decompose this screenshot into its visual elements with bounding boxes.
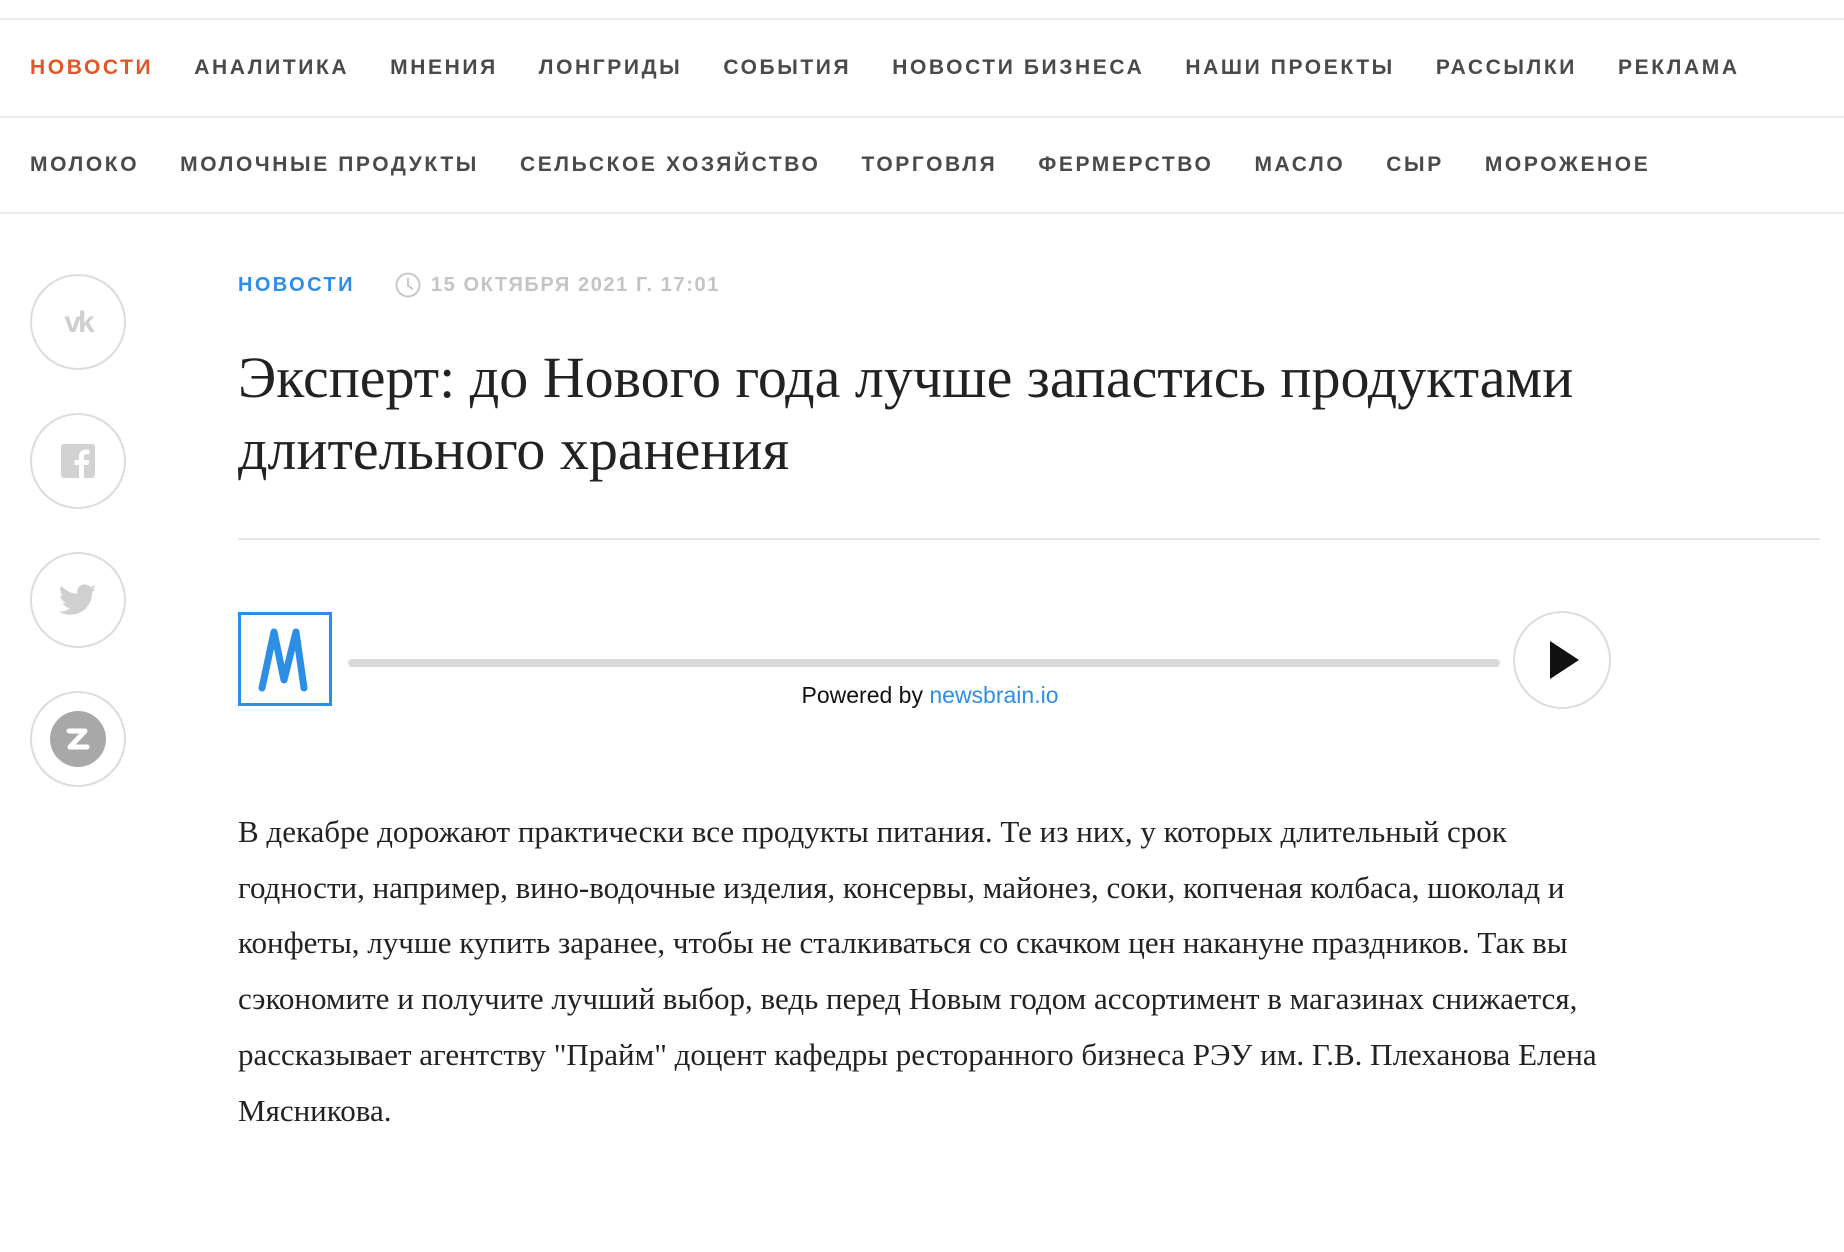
tag-agriculture[interactable]: СЕЛЬСКОЕ ХОЗЯЙСТВО	[520, 153, 821, 177]
article-body: В декабре дорожают практически все проду…	[238, 814, 1597, 1128]
nav-item-events[interactable]: СОБЫТИЯ	[723, 56, 851, 80]
tag-cheese[interactable]: СЫР	[1386, 153, 1444, 177]
article-date: 15 ОКТЯБРЯ 2021 Г. 17:01	[430, 273, 720, 296]
facebook-icon	[61, 444, 95, 478]
nav-item-business-news[interactable]: НОВОСТИ БИЗНЕСА	[892, 56, 1144, 80]
vk-icon: vk	[64, 307, 98, 337]
article-meta: НОВОСТИ 15 ОКТЯБРЯ 2021 Г. 17:01	[238, 272, 720, 298]
primary-nav: НОВОСТИ АНАЛИТИКА МНЕНИЯ ЛОНГРИДЫ СОБЫТИ…	[0, 20, 1844, 118]
newsbrain-m-logo	[258, 628, 308, 692]
tag-ice-cream[interactable]: МОРОЖЕНОЕ	[1485, 153, 1651, 177]
player-credit: Powered by newsbrain.io	[700, 682, 1160, 709]
twitter-icon	[59, 584, 97, 615]
share-zen-button[interactable]	[30, 691, 126, 787]
tag-butter[interactable]: МАСЛО	[1254, 153, 1345, 177]
tag-farming[interactable]: ФЕРМЕРСТВО	[1038, 153, 1213, 177]
nav-item-longreads[interactable]: ЛОНГРИДЫ	[539, 56, 683, 80]
newsbrain-link[interactable]: newsbrain.io	[929, 682, 1058, 708]
article-title: Эксперт: до Нового года лучше запастись …	[238, 345, 1574, 482]
player-credit-prefix: Powered by	[801, 682, 930, 708]
tag-trade[interactable]: ТОРГОВЛЯ	[861, 153, 997, 177]
tags-nav: МОЛОКО МОЛОЧНЫЕ ПРОДУКТЫ СЕЛЬСКОЕ ХОЗЯЙС…	[0, 118, 1844, 214]
share-vk-button[interactable]: vk	[30, 274, 126, 370]
newsbrain-logo	[238, 612, 332, 706]
svg-text:vk: vk	[64, 307, 95, 337]
nav-item-opinions[interactable]: МНЕНИЯ	[390, 56, 498, 80]
zen-icon	[50, 711, 106, 767]
play-button[interactable]	[1513, 611, 1611, 709]
play-icon	[1550, 641, 1579, 679]
share-twitter-button[interactable]	[30, 552, 126, 648]
nav-item-news[interactable]: НОВОСТИ	[30, 56, 153, 80]
nav-item-our-projects[interactable]: НАШИ ПРОЕКТЫ	[1185, 56, 1394, 80]
tag-dairy-products[interactable]: МОЛОЧНЫЕ ПРОДУКТЫ	[180, 153, 479, 177]
clock-icon	[395, 272, 421, 298]
tag-milk[interactable]: МОЛОКО	[30, 153, 139, 177]
audio-progress-track[interactable]	[348, 659, 1500, 667]
share-facebook-button[interactable]	[30, 413, 126, 509]
article-category-link[interactable]: НОВОСТИ	[238, 274, 355, 297]
nav-item-advertising[interactable]: РЕКЛАМА	[1618, 56, 1740, 80]
title-divider	[238, 538, 1820, 540]
nav-item-analytics[interactable]: АНАЛИТИКА	[194, 56, 349, 80]
nav-item-newsletters[interactable]: РАССЫЛКИ	[1436, 56, 1577, 80]
